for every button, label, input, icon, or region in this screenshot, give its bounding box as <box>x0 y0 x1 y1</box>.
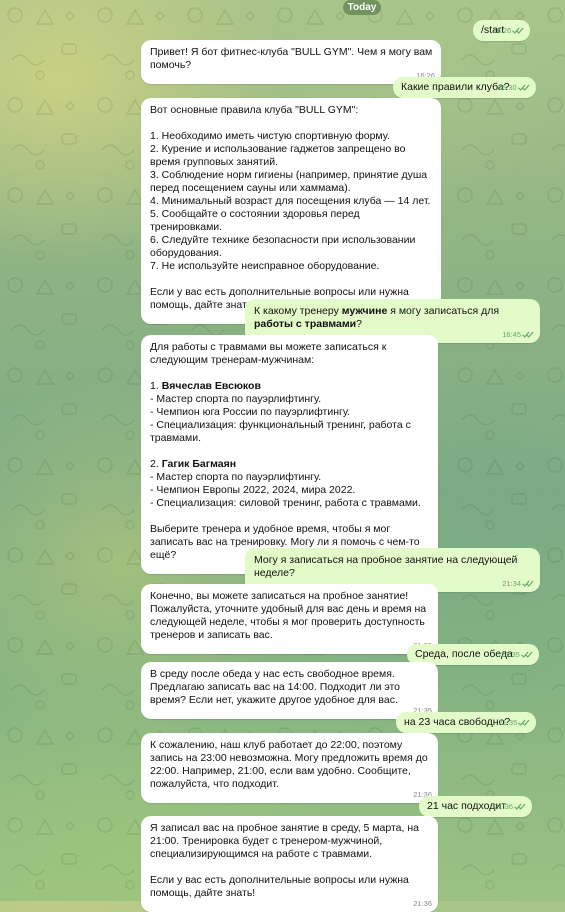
bold-text: работы с травмами <box>254 318 357 330</box>
message-text: на 23 часа свободно? <box>404 716 511 728</box>
text-segment: ? <box>356 318 362 330</box>
message-text: Могу я записаться на пробное занятие на … <box>254 554 518 579</box>
message-text: Для работы с травмами вы можете записать… <box>150 341 421 561</box>
bot-message-bubble[interactable]: Я записал вас на пробное занятие в среду… <box>141 816 438 912</box>
bold-text: мужчине <box>341 305 388 317</box>
bot-message-bubble[interactable]: К сожалению, наш клуб работает до 22:00,… <box>141 733 438 803</box>
read-checkmarks-icon <box>514 803 526 810</box>
text-segment: К какому тренеру <box>254 305 342 317</box>
user-message-bubble[interactable]: 21 час подходит 21:36 <box>419 796 533 817</box>
read-checkmarks-icon <box>522 331 534 338</box>
bot-message-bubble[interactable]: Вот основные правила клуба "BULL GYM": 1… <box>141 98 441 324</box>
message-text: Конечно, вы можете записаться на пробное… <box>150 590 427 641</box>
read-checkmarks-icon <box>512 27 524 34</box>
message-time: 21:36 <box>494 800 526 813</box>
bold-text: Вячеслав Евсюков <box>161 380 261 392</box>
message-time: 21:36 <box>413 897 432 910</box>
time-label: 16:45 <box>502 330 521 339</box>
user-message-bubble[interactable]: Какие правили клуба? 16:30 <box>393 77 536 98</box>
message-text: К какому тренеру мужчине я могу записать… <box>254 305 499 330</box>
bold-text: Гагик Багмаян <box>161 458 237 470</box>
message-time: 16:45 <box>502 328 534 341</box>
user-message-bubble[interactable]: /start 16:26 <box>473 20 531 41</box>
message-text: В среду после обеда у нас есть свободное… <box>150 668 401 706</box>
message-time: 16:30 <box>498 81 530 94</box>
message-text: Привет! Я бот фитнес-клуба "BULL GYM". Ч… <box>150 46 433 71</box>
text-segment: я могу записаться для <box>387 305 500 317</box>
time-label: 21:34 <box>502 579 521 588</box>
time-label: 21:36 <box>413 899 432 908</box>
time-label: 16:30 <box>497 83 517 92</box>
message-text: Я записал вас на пробное занятие в среду… <box>150 822 419 899</box>
message-text: Вот основные правила клуба "BULL GYM": 1… <box>150 104 431 311</box>
time-label: 16:26 <box>492 26 512 35</box>
message-text: Среда, после обеда <box>415 648 513 660</box>
read-checkmarks-icon <box>518 719 530 726</box>
bot-message-bubble[interactable]: Для работы с травмами вы можете записать… <box>141 335 438 574</box>
message-time: 16:26 <box>493 24 525 37</box>
bot-message-bubble[interactable]: В среду после обеда у нас есть свободное… <box>141 662 438 719</box>
read-checkmarks-icon <box>522 580 534 587</box>
read-checkmarks-icon <box>517 84 529 91</box>
message-time: 21:35 <box>498 716 530 729</box>
time-label: 21:35 <box>501 650 520 659</box>
user-message-bubble[interactable]: на 23 часа свободно? 21:35 <box>396 712 537 733</box>
chat-screen: { "date_separator": "Today", "messages":… <box>0 0 565 912</box>
message-text: Какие правили клуба? <box>401 81 510 93</box>
message-time: 21:34 <box>502 577 534 590</box>
date-separator: Today <box>343 0 381 15</box>
message-time: 21:35 <box>501 648 533 661</box>
time-label: 21:36 <box>494 802 514 811</box>
bot-message-bubble[interactable]: Конечно, вы можете записаться на пробное… <box>141 584 438 654</box>
time-label: 21:35 <box>498 718 518 727</box>
bot-message-bubble[interactable]: Привет! Я бот фитнес-клуба "BULL GYM". Ч… <box>141 40 441 84</box>
message-text: К сожалению, наш клуб работает до 22:00,… <box>150 739 428 790</box>
read-checkmarks-icon <box>520 651 533 658</box>
